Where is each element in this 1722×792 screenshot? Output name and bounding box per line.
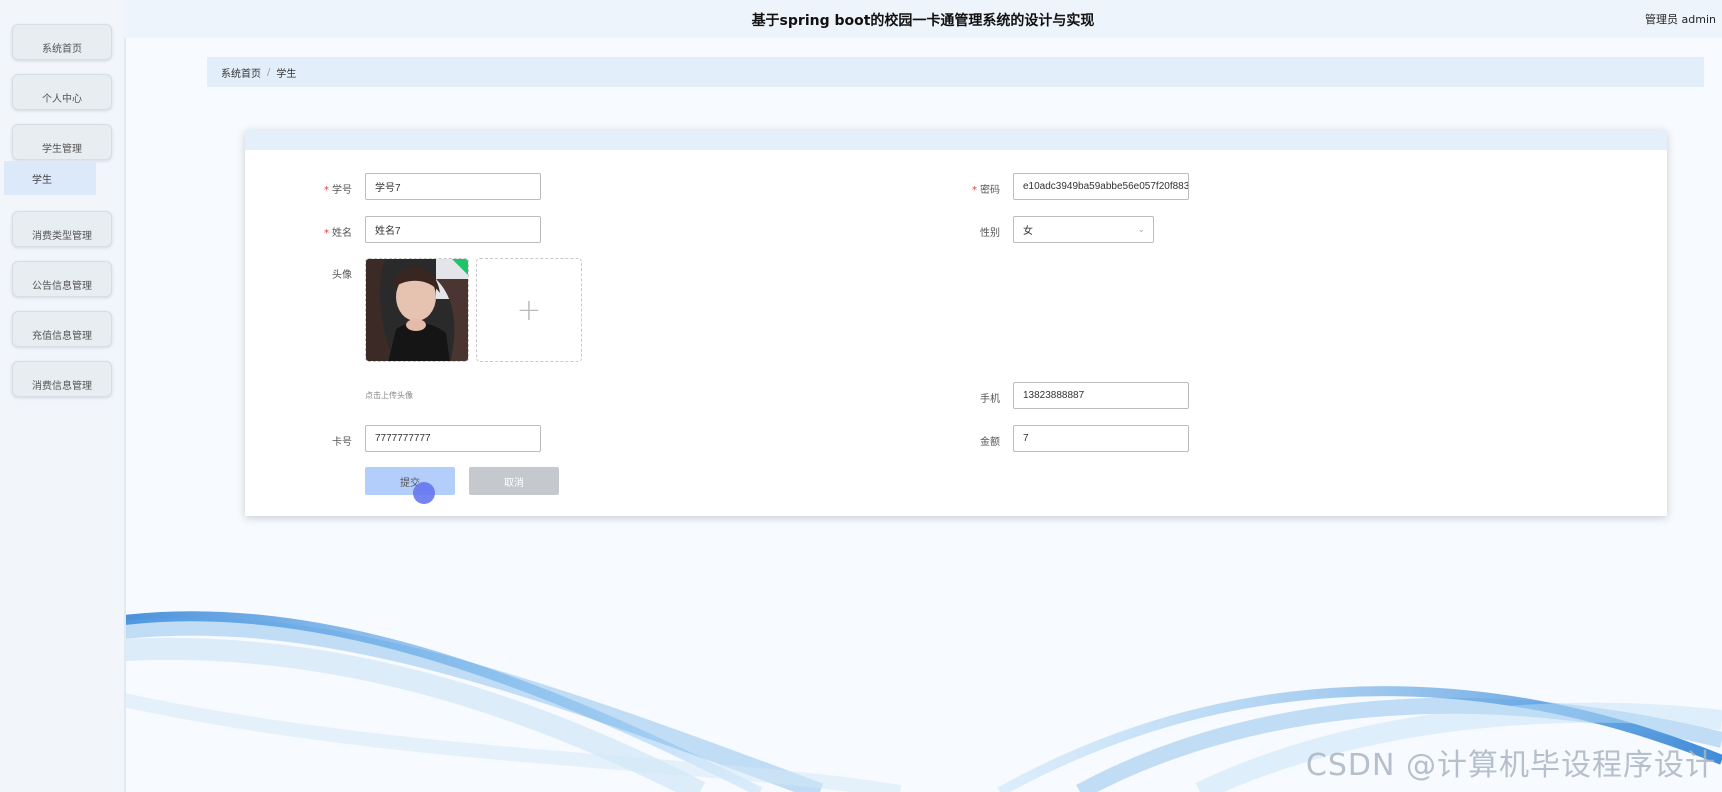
avatar-upload-hint: 点击上传头像 bbox=[365, 391, 413, 400]
avatar-label: 头像 bbox=[332, 270, 352, 281]
sidebar-item-announcement[interactable]: 公告信息管理 bbox=[12, 261, 112, 297]
gender-select-value: 女 bbox=[1023, 226, 1033, 237]
amount-input[interactable]: 7 bbox=[1013, 425, 1189, 452]
avatar-preview[interactable] bbox=[365, 258, 469, 362]
card-no-label: 卡号 bbox=[332, 437, 352, 448]
student-no-label: * 学号 bbox=[324, 185, 352, 196]
password-label: * 密码 bbox=[972, 185, 1000, 196]
sidebar-item-profile[interactable]: 个人中心 bbox=[12, 74, 112, 110]
amount-label: 金额 bbox=[980, 437, 1000, 448]
chevron-down-icon: ⌄ bbox=[1137, 224, 1145, 234]
phone-input[interactable]: 13823888887 bbox=[1013, 382, 1189, 409]
student-no-input[interactable]: 学号7 bbox=[365, 173, 541, 200]
submit-button[interactable]: 提交 bbox=[365, 467, 455, 495]
sidebar-item-recharge[interactable]: 充值信息管理 bbox=[12, 311, 112, 347]
sidebar: 系统首页 个人中心 学生管理 学生 消费类型管理 公告信息管理 充值信息管理 消… bbox=[0, 0, 126, 792]
breadcrumb-current: 学生 bbox=[276, 68, 297, 80]
sidebar-subitem-student[interactable]: 学生 bbox=[4, 161, 96, 195]
page-title: 基于spring boot的校园一卡通管理系统的设计与实现 bbox=[751, 13, 1095, 29]
sidebar-item-label: 充值信息管理 bbox=[32, 330, 92, 342]
sidebar-item-student-management[interactable]: 学生管理 bbox=[12, 124, 112, 160]
sidebar-item-label: 学生管理 bbox=[42, 143, 82, 155]
sidebar-item-consumption-type[interactable]: 消费类型管理 bbox=[12, 211, 112, 247]
sidebar-item-label: 公告信息管理 bbox=[32, 280, 92, 292]
top-header: 基于spring boot的校园一卡通管理系统的设计与实现 管理员 admin bbox=[124, 0, 1722, 38]
student-form-card: * 学号 学号7 * 密码 e10adc3949ba59abbe56e057f20f… bbox=[245, 130, 1667, 516]
sidebar-item-label: 消费类型管理 bbox=[32, 230, 92, 242]
user-info[interactable]: 管理员 admin bbox=[1645, 11, 1716, 27]
breadcrumb-separator: / bbox=[267, 66, 271, 78]
name-input[interactable]: 姓名7 bbox=[365, 216, 541, 243]
sidebar-item-label: 个人中心 bbox=[42, 93, 82, 105]
card-no-input[interactable]: 7777777777 bbox=[365, 425, 541, 452]
breadcrumb-home[interactable]: 系统首页 bbox=[221, 65, 261, 80]
name-label: * 姓名 bbox=[324, 228, 352, 239]
phone-label: 手机 bbox=[980, 394, 1000, 405]
gender-select[interactable]: 女 ⌄ bbox=[1013, 216, 1154, 243]
sidebar-item-label: 系统首页 bbox=[42, 43, 82, 55]
plus-icon: + bbox=[516, 292, 542, 328]
gender-label: 性别 bbox=[980, 228, 1000, 239]
avatar-image bbox=[366, 259, 468, 361]
card-header-bar bbox=[245, 130, 1667, 150]
breadcrumb: 系统首页 / 学生 bbox=[207, 57, 1704, 87]
sidebar-item-consumption[interactable]: 消费信息管理 bbox=[12, 361, 112, 397]
cursor-highlight-icon bbox=[413, 482, 435, 504]
watermark: CSDN @计算机毕设程序设计 bbox=[1305, 748, 1716, 783]
sidebar-item-home[interactable]: 系统首页 bbox=[12, 24, 112, 60]
avatar-upload-button[interactable]: + bbox=[476, 258, 582, 362]
cancel-button[interactable]: 取消 bbox=[469, 467, 559, 495]
sidebar-item-label: 消费信息管理 bbox=[32, 380, 92, 392]
password-input[interactable]: e10adc3949ba59abbe56e057f20f883e bbox=[1013, 173, 1189, 200]
sidebar-subitem-label: 学生 bbox=[32, 174, 52, 186]
